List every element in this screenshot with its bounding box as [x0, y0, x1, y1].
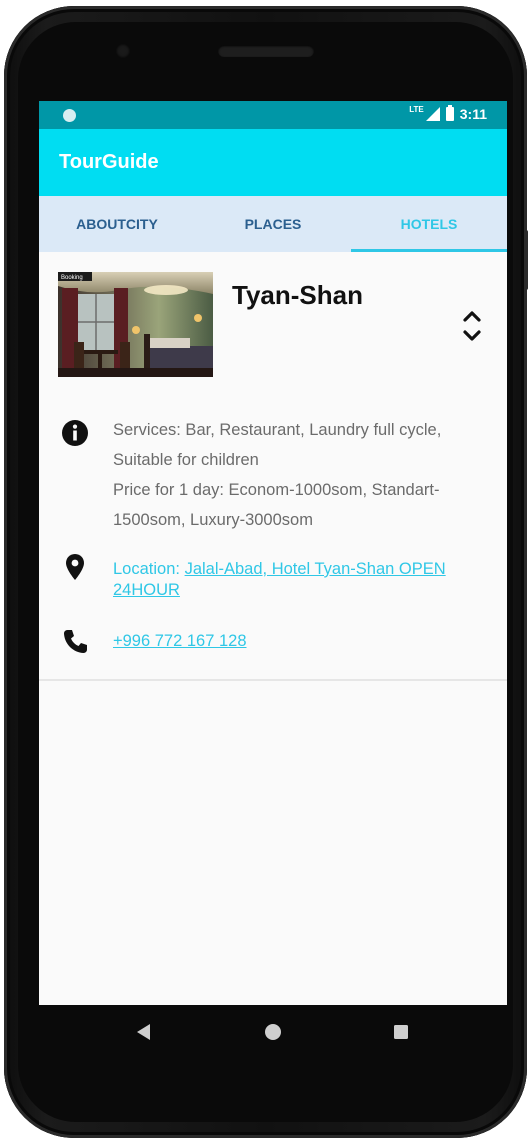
hotel-name: Tyan-Shan [232, 280, 363, 310]
expand-button[interactable] [457, 304, 487, 348]
app-screen: LTE 3:11 TourGuide ABOUTCITY PLACES HOTE… [39, 101, 507, 1005]
info-icon [62, 420, 88, 446]
battery-icon [445, 105, 454, 121]
status-bar: LTE 3:11 [39, 101, 507, 129]
photo-badge: Booking [61, 275, 83, 281]
expand-collapse-icon [463, 311, 481, 341]
hotel-phone-link[interactable]: +996 772 167 128 [113, 632, 247, 651]
location-pin-icon [66, 554, 84, 580]
tab-bar: ABOUTCITY PLACES HOTELS [39, 196, 507, 252]
network-type: LTE [409, 104, 424, 114]
app-bar: TourGuide [39, 129, 507, 196]
front-camera [116, 44, 130, 58]
hotel-card: Booking Tyan-Shan Services: Bar, Restaur… [39, 252, 507, 681]
device-frame: LTE 3:11 TourGuide ABOUTCITY PLACES HOTE… [0, 0, 531, 1142]
status-indicators: LTE 3:11 [409, 104, 487, 123]
system-nav-bar [39, 1005, 507, 1061]
notification-dot-icon [63, 109, 76, 122]
earpiece-speaker [218, 45, 314, 57]
home-icon[interactable] [264, 1023, 282, 1041]
phone-icon [64, 630, 87, 653]
back-icon[interactable] [136, 1023, 152, 1041]
hotel-description: Services: Bar, Restaurant, Laundry full … [113, 421, 442, 529]
hotel-room-image: Booking [58, 272, 213, 377]
tab-hotels[interactable]: HOTELS [351, 196, 507, 252]
tab-places[interactable]: PLACES [195, 196, 351, 252]
app-title: TourGuide [59, 151, 159, 173]
hotel-photo: Booking [58, 272, 213, 377]
signal-icon [425, 107, 440, 121]
volume-button [524, 230, 528, 290]
hotel-location: Location: Jalal-Abad, Hotel Tyan-Shan OP… [113, 559, 498, 601]
tab-aboutcity[interactable]: ABOUTCITY [39, 196, 195, 252]
status-time: 3:11 [459, 106, 487, 122]
recents-icon[interactable] [393, 1023, 409, 1041]
location-prefix: Location: [113, 560, 185, 578]
